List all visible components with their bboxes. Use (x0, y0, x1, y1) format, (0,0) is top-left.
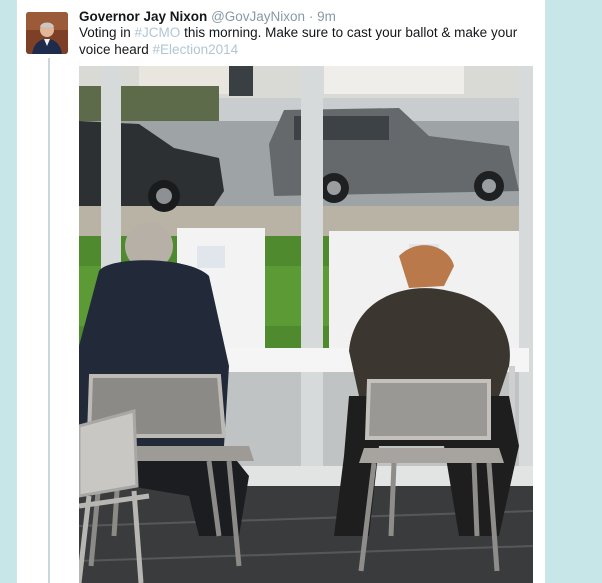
conversation-thread-line (48, 58, 50, 583)
author-handle[interactable]: @GovJayNixon (211, 9, 305, 24)
tweet-timestamp[interactable]: 9m (317, 9, 336, 24)
voting-booth-photo (79, 66, 533, 583)
author-name[interactable]: Governor Jay Nixon (79, 9, 207, 24)
avatar-portrait-icon (26, 12, 68, 54)
separator-dot: · (308, 9, 314, 24)
hashtag-link-jcmo[interactable]: #JCMO (135, 25, 181, 40)
tweet-header: Governor Jay Nixon @GovJayNixon · 9m (79, 9, 336, 24)
tweet-text-part: Voting in (79, 25, 135, 40)
tweet-text: Voting in #JCMO this morning. Make sure … (79, 24, 534, 58)
avatar[interactable] (26, 12, 68, 54)
tweet-photo[interactable] (79, 66, 533, 583)
hashtag-link-election2014[interactable]: #Election2014 (153, 42, 239, 57)
